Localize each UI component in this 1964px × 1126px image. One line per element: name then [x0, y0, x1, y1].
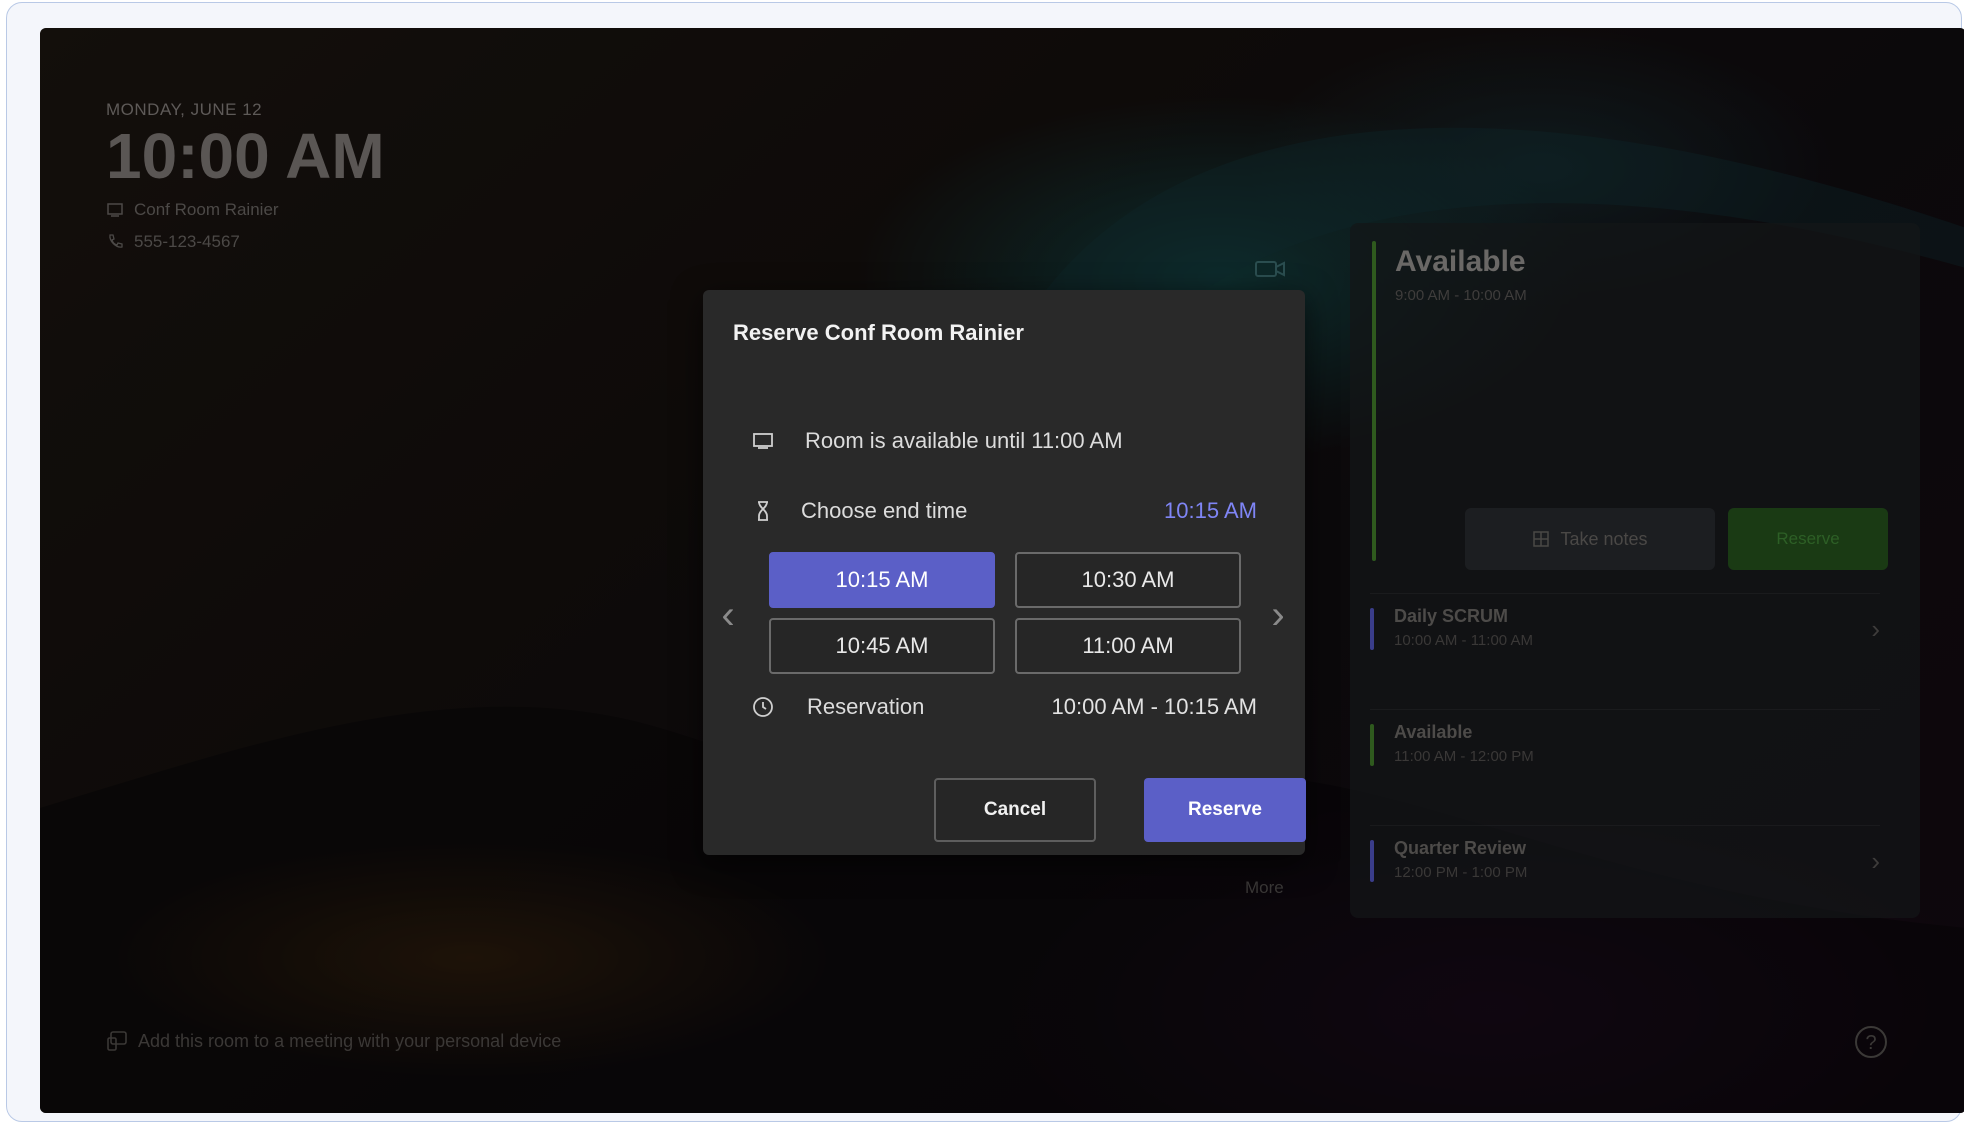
cancel-button[interactable]: Cancel	[934, 778, 1096, 842]
agenda-color-bar	[1370, 724, 1374, 766]
room-phone: 555-123-4567	[134, 232, 240, 251]
chevron-right-icon: ›	[1871, 846, 1880, 876]
agenda-title: Available	[1394, 722, 1473, 742]
availability-text: Room is available until 11:00 AM	[805, 428, 1123, 453]
reservation-value: 10:00 AM - 10:15 AM	[1051, 694, 1257, 719]
status-title: Available	[1395, 245, 1526, 278]
time-option-1100[interactable]: 11:00 AM	[1015, 618, 1241, 674]
room-info: MONDAY, JUNE 12 10:00 AM Conf Room Raini…	[106, 100, 385, 252]
personal-device-hint-text: Add this room to a meeting with your per…	[138, 1030, 562, 1051]
take-notes-label: Take notes	[1560, 528, 1648, 549]
current-time: 10:00 AM	[106, 120, 385, 192]
choose-end-time-label: Choose end time	[801, 498, 968, 523]
agenda-color-bar	[1370, 840, 1374, 882]
more-button[interactable]: More	[1245, 878, 1284, 898]
reservation-label: Reservation	[807, 694, 925, 719]
phone-row: 555-123-4567	[106, 232, 385, 252]
current-date: MONDAY, JUNE 12	[106, 100, 263, 119]
room-display-screen: MONDAY, JUNE 12 10:00 AM Conf Room Raini…	[40, 28, 1964, 1113]
chevron-left-icon[interactable]: ‹	[713, 595, 743, 635]
help-icon[interactable]: ?	[1855, 1026, 1887, 1058]
room-name-row: Conf Room Rainier	[106, 200, 385, 220]
chevron-right-icon[interactable]: ›	[1263, 595, 1293, 635]
status-color-bar	[1372, 241, 1376, 561]
selected-end-time: 10:15 AM	[1164, 498, 1257, 523]
chevron-right-icon: ›	[1871, 614, 1880, 644]
agenda-color-bar	[1370, 608, 1374, 650]
reservation-row: Reservation	[751, 694, 924, 720]
personal-device-hint[interactable]: Add this room to a meeting with your per…	[106, 1030, 561, 1052]
cast-icon	[107, 1031, 127, 1051]
agenda-item-1[interactable]: Available 11:00 AM - 12:00 PM	[1370, 709, 1880, 810]
agenda-title: Daily SCRUM	[1394, 606, 1509, 626]
clock-icon	[753, 697, 773, 717]
agenda-time: 10:00 AM - 11:00 AM	[1394, 632, 1533, 649]
room-name: Conf Room Rainier	[134, 200, 279, 219]
agenda-time: 11:00 AM - 12:00 PM	[1394, 748, 1534, 765]
panel-reserve-button[interactable]: Reserve	[1728, 508, 1888, 570]
agenda-item-0[interactable]: Daily SCRUM 10:00 AM - 11:00 AM ›	[1370, 593, 1880, 694]
room-icon	[753, 433, 773, 449]
availability-row: Room is available until 11:00 AM	[751, 428, 1123, 454]
phone-icon	[109, 234, 123, 248]
time-option-1030[interactable]: 10:30 AM	[1015, 552, 1241, 608]
dialog-title: Reserve Conf Room Rainier	[733, 320, 1024, 345]
agenda-time: 12:00 PM - 1:00 PM	[1394, 864, 1528, 881]
status-range: 9:00 AM - 10:00 AM	[1395, 287, 1527, 304]
camera-icon	[1255, 261, 1285, 277]
take-notes-button[interactable]: Take notes	[1465, 508, 1715, 570]
reserve-button[interactable]: Reserve	[1144, 778, 1306, 842]
time-option-1045[interactable]: 10:45 AM	[769, 618, 995, 674]
room-icon	[107, 203, 123, 217]
agenda-item-2[interactable]: Quarter Review 12:00 PM - 1:00 PM ›	[1370, 825, 1880, 926]
reserve-dialog: Reserve Conf Room Rainier Room is availa…	[703, 290, 1306, 855]
choose-end-time-row: Choose end time	[751, 498, 967, 524]
app-frame: MONDAY, JUNE 12 10:00 AM Conf Room Raini…	[6, 2, 1964, 1122]
room-status-panel: Available 9:00 AM - 10:00 AM Take notes …	[1350, 223, 1920, 918]
time-option-1015[interactable]: 10:15 AM	[769, 552, 995, 608]
hourglass-icon	[758, 501, 768, 521]
agenda-title: Quarter Review	[1394, 838, 1527, 858]
notes-icon	[1533, 531, 1550, 547]
